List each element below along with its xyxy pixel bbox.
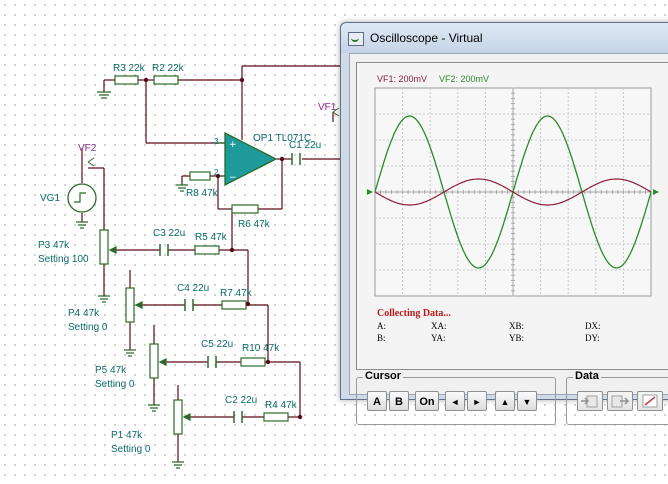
cursor-up-button[interactable]: ▲ (495, 391, 515, 411)
readout-dy: DY: (585, 333, 600, 343)
svg-text:−: − (229, 173, 237, 183)
scope-display[interactable]: VF1: 200mV VF2: 200mV Collecting Data...… (356, 62, 668, 370)
pin-3-label: 3 (214, 137, 219, 146)
readout-a: A: (377, 321, 386, 331)
vf2-probe-label: VF2 (78, 143, 97, 154)
oscilloscope-window[interactable]: Oscilloscope - Virtual VF1: 200mV VF2: 2… (340, 22, 668, 425)
c3-label: C3 22u (153, 228, 186, 239)
graph-icon[interactable] (637, 391, 663, 411)
data-group-title: Data (573, 370, 601, 382)
p5-setting: Setting 0 (95, 379, 135, 390)
opamp-label: OP1 TL071C (253, 133, 312, 144)
oscilloscope-app-icon (348, 32, 364, 46)
cursor-group: Cursor A B On ◄ ► ▲ ▼ (356, 370, 556, 425)
r10-label: R10 47k (242, 343, 280, 354)
level-marker-icon (367, 189, 373, 195)
title-bar[interactable]: Oscilloscope - Virtual (341, 23, 668, 53)
cursor-right-button[interactable]: ► (467, 391, 487, 411)
vg1-label: VG1 (40, 193, 61, 204)
p1-label: P1 47k (111, 430, 143, 441)
r7-label: R7 47k (220, 288, 252, 299)
c4-label: C4 22u (177, 283, 210, 294)
p4-setting: Setting 0 (68, 322, 108, 333)
readout-yb: YB: (509, 333, 525, 343)
readout-b: B: (377, 333, 386, 343)
p5-label: P5 47k (95, 365, 127, 376)
data-group: Data (566, 370, 668, 425)
scope-client-area: VF1: 200mV VF2: 200mV Collecting Data...… (349, 53, 668, 425)
vf1-probe-label: VF1 (318, 102, 337, 113)
import-icon[interactable] (577, 391, 603, 411)
readout-xa: XA: (431, 321, 447, 331)
readout-ya: YA: (431, 333, 446, 343)
cursor-on-button[interactable]: On (415, 391, 439, 411)
p3-setting: Setting 100 (38, 254, 89, 265)
status-text: Collecting Data... (377, 308, 451, 319)
pin-2-label: 2 (214, 168, 219, 177)
r8-label: R8 47k (186, 188, 218, 199)
r4-label: R4 47k (265, 400, 297, 411)
cursor-b-button[interactable]: B (389, 391, 409, 411)
readout-dx: DX: (585, 321, 601, 331)
ch1-scale-label: VF1: 200mV (377, 74, 428, 84)
readout-xb: XB: (509, 321, 525, 331)
cursor-a-button[interactable]: A (367, 391, 387, 411)
p4-label: P4 47k (68, 308, 100, 319)
export-icon[interactable] (607, 391, 633, 411)
r5-label: R5 47k (195, 232, 227, 243)
r2-label: R2 22k (152, 63, 184, 74)
svg-text:+: + (229, 140, 237, 150)
cursor-down-button[interactable]: ▼ (517, 391, 537, 411)
ch2-scale-label: VF2: 200mV (439, 74, 490, 84)
cursor-group-title: Cursor (363, 370, 404, 382)
r3-label: R3 22k (113, 63, 145, 74)
c5-label: C5 22u (201, 339, 234, 350)
c2-label: C2 22u (225, 395, 258, 406)
window-title: Oscilloscope - Virtual (370, 31, 483, 45)
r6-label: R6 47k (238, 219, 270, 230)
cursor-left-button[interactable]: ◄ (445, 391, 465, 411)
p3-label: P3 47k (38, 240, 70, 251)
p1-setting: Setting 0 (111, 444, 151, 455)
trigger-marker-icon (653, 189, 659, 195)
